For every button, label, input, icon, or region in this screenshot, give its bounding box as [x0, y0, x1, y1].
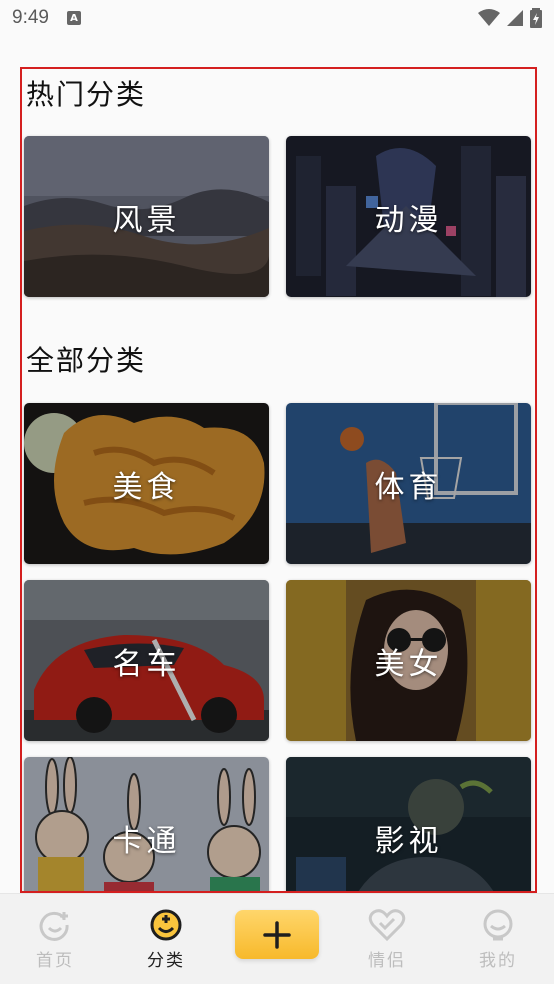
bottom-nav: 首页 分类 情侣 我的 [0, 893, 554, 984]
category-card-landscape[interactable]: 风景 [24, 136, 269, 297]
hot-section-title: 热门分类 [26, 78, 147, 111]
category-label: 美女 [374, 646, 443, 682]
category-label: 风景 [112, 202, 181, 238]
all-section-title: 全部分类 [26, 344, 147, 377]
category-card-car[interactable]: 名车 [24, 580, 269, 741]
status-time: 9:49 [12, 7, 49, 28]
category-label: 卡通 [112, 823, 181, 859]
wifi-icon [478, 9, 500, 26]
category-card-sports[interactable]: 体育 [286, 403, 531, 564]
category-label: 体育 [374, 469, 443, 505]
battery-charging-icon [530, 8, 542, 28]
profile-icon [483, 909, 513, 941]
category-card-food[interactable]: 美食 [24, 403, 269, 564]
category-content: 热门分类 风景 动漫 全部分类 美食 体育 名车 美女 卡通 影视 [20, 67, 537, 893]
nav-profile-label: 我的 [479, 951, 517, 971]
plus-icon [263, 920, 291, 949]
nav-category[interactable]: 分类 [131, 908, 201, 971]
category-card-portrait[interactable]: 美女 [286, 580, 531, 741]
category-label: 动漫 [374, 202, 443, 238]
category-face-icon [150, 909, 182, 941]
nav-couple[interactable]: 情侣 [352, 908, 422, 971]
category-label: 影视 [374, 823, 443, 859]
nav-couple-label: 情侣 [368, 951, 406, 971]
status-bar: 9:49 A [0, 0, 554, 36]
category-card-anime[interactable]: 动漫 [286, 136, 531, 297]
status-icons [478, 8, 542, 28]
nav-profile[interactable]: 我的 [463, 908, 533, 971]
add-button[interactable] [235, 910, 319, 959]
nav-home[interactable]: 首页 [20, 908, 90, 971]
a-square-icon: A [66, 11, 81, 25]
category-card-movie[interactable]: 影视 [286, 757, 531, 891]
nav-category-label: 分类 [147, 951, 185, 971]
category-card-cartoon[interactable]: 卡通 [24, 757, 269, 891]
home-face-icon [39, 911, 69, 941]
category-label: 美食 [112, 469, 181, 505]
signal-icon [507, 10, 523, 26]
nav-home-label: 首页 [36, 951, 74, 971]
category-label: 名车 [112, 646, 181, 682]
heart-icon [368, 909, 406, 942]
